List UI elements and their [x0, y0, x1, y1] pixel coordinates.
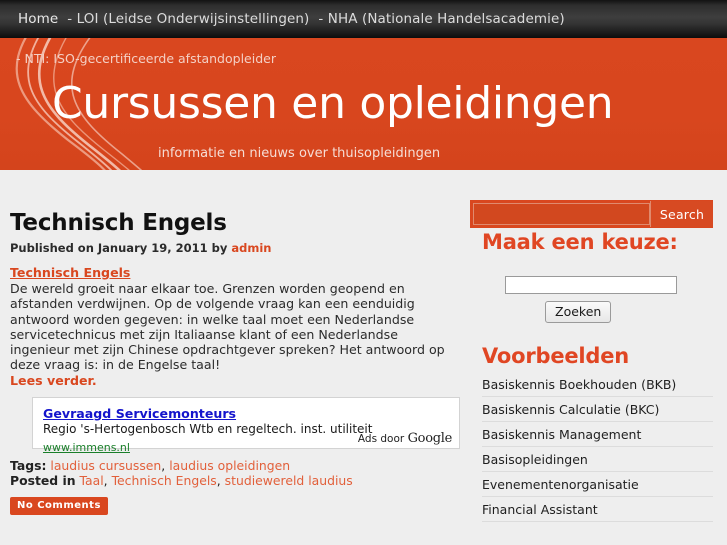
site-search-bar: Search	[470, 200, 713, 228]
nav-item-nha[interactable]: - NHA (Nationale Handelsacademie)	[318, 11, 564, 27]
search-button[interactable]: Search	[650, 201, 713, 227]
list-item: Basiskennis Management	[482, 422, 713, 447]
nav-item-loi[interactable]: - LOI (Leidse Onderwijsinstellingen)	[67, 11, 309, 27]
main-content-column: Technisch Engels Published on January 19…	[0, 170, 468, 515]
list-item: Basisopleidingen	[482, 447, 713, 472]
widget-maak-een-keuze: Maak een keuze: Zoeken	[468, 230, 727, 323]
voorbeeld-link-3[interactable]: Basiskennis Management	[482, 422, 713, 446]
post-excerpt: Technisch Engels De wereld groeit naar e…	[10, 265, 454, 389]
tag-link-1[interactable]: laudius cursussen	[50, 458, 161, 473]
site-title: Cursussen en opleidingen	[52, 78, 614, 129]
widget-title-voorbeelden: Voorbeelden	[482, 344, 630, 368]
read-more-link[interactable]: Lees verder.	[10, 373, 97, 388]
voorbeelden-list: Basiskennis Boekhouden (BKB) Basiskennis…	[482, 372, 713, 522]
list-item: Financial Assistant	[482, 497, 713, 522]
widget-voorbeelden: Voorbeelden Basiskennis Boekhouden (BKB)…	[468, 344, 727, 522]
voorbeeld-link-1[interactable]: Basiskennis Boekhouden (BKB)	[482, 372, 713, 396]
ad-url-link[interactable]: www.immens.nl	[43, 441, 130, 454]
google-wordmark: Google	[407, 430, 453, 446]
category-link-3[interactable]: studiewereld laudius	[225, 473, 353, 488]
google-ad-block: Gevraagd Servicemonteurs Regio 's-Hertog…	[32, 396, 460, 454]
tag-sep: ,	[161, 457, 166, 473]
top-navigation-bar: Home - LOI (Leidse Onderwijsinstellingen…	[0, 0, 727, 38]
banner-tagline: - NTI: ISO-gecertificeerde afstandopleid…	[16, 51, 276, 66]
keuze-form: Zoeken	[482, 276, 713, 323]
tags-label: Tags:	[10, 457, 47, 473]
keuze-search-input[interactable]	[505, 276, 677, 294]
ad-byline-prefix: Ads door	[357, 432, 405, 445]
post-author-link[interactable]: admin	[231, 241, 271, 255]
post-published-label: Published on January 19, 2011 by	[10, 241, 228, 255]
site-banner: - NTI: ISO-gecertificeerde afstandopleid…	[0, 38, 727, 170]
voorbeeld-link-5[interactable]: Evenementenorganisatie	[482, 472, 713, 496]
post-excerpt-heading-link[interactable]: Technisch Engels	[10, 265, 130, 280]
site-subtitle: informatie en nieuws over thuisopleiding…	[158, 146, 441, 161]
voorbeeld-link-4[interactable]: Basisopleidingen	[482, 447, 713, 471]
category-link-1[interactable]: Taal	[80, 473, 104, 488]
zoeken-button[interactable]: Zoeken	[545, 301, 612, 323]
right-sidebar: Search Maak een keuze: Zoeken Voorbeelde…	[468, 170, 727, 522]
nav-item-home[interactable]: Home	[18, 11, 58, 27]
post-excerpt-text: De wereld groeit naar elkaar toe. Grenze…	[10, 281, 445, 373]
posted-in-label: Posted in	[10, 472, 76, 488]
post-meta: Published on January 19, 2011 by admin	[10, 241, 454, 255]
category-link-2[interactable]: Technisch Engels	[112, 473, 217, 488]
list-item: Evenementenorganisatie	[482, 472, 713, 497]
ad-title-link[interactable]: Gevraagd Servicemonteurs	[43, 406, 236, 421]
cat-sep-2: ,	[216, 472, 221, 488]
ad-byline: Ads door Google	[358, 431, 452, 446]
post-taxonomy: Tags: laudius cursussen, laudius opleidi…	[10, 458, 454, 488]
page-title: Technisch Engels	[10, 210, 227, 236]
search-input[interactable]	[473, 203, 650, 225]
voorbeeld-link-2[interactable]: Basiskennis Calculatie (BKC)	[482, 397, 713, 421]
page-body: Technisch Engels Published on January 19…	[0, 170, 727, 545]
widget-title-keuze: Maak een keuze:	[482, 230, 678, 254]
comments-count-badge[interactable]: No Comments	[10, 496, 108, 515]
voorbeeld-link-6[interactable]: Financial Assistant	[482, 497, 713, 521]
tag-link-2[interactable]: laudius opleidingen	[169, 458, 290, 473]
list-item: Basiskennis Boekhouden (BKB)	[482, 372, 713, 397]
list-item: Basiskennis Calculatie (BKC)	[482, 397, 713, 422]
cat-sep-1: ,	[103, 472, 108, 488]
